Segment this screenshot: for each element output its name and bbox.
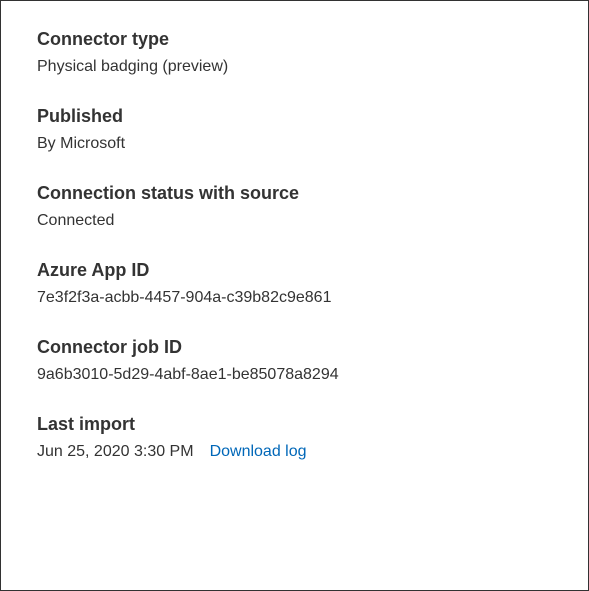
azure-app-id-section: Azure App ID 7e3f2f3a-acbb-4457-904a-c39… [37,260,552,307]
last-import-label: Last import [37,414,552,435]
connector-job-id-value: 9a6b3010-5d29-4abf-8ae1-be85078a8294 [37,366,552,384]
connector-job-id-section: Connector job ID 9a6b3010-5d29-4abf-8ae1… [37,337,552,384]
connector-type-value: Physical badging (preview) [37,58,552,76]
last-import-section: Last import Jun 25, 2020 3:30 PM Downloa… [37,414,552,461]
connector-job-id-label: Connector job ID [37,337,552,358]
download-log-link[interactable]: Download log [210,443,307,461]
connector-type-section: Connector type Physical badging (preview… [37,29,552,76]
connection-status-label: Connection status with source [37,183,552,204]
published-value: By Microsoft [37,135,552,153]
connector-details-panel: Connector type Physical badging (preview… [0,0,589,591]
connection-status-value: Connected [37,212,552,230]
published-label: Published [37,106,552,127]
published-section: Published By Microsoft [37,106,552,153]
connection-status-section: Connection status with source Connected [37,183,552,230]
azure-app-id-label: Azure App ID [37,260,552,281]
connector-type-label: Connector type [37,29,552,50]
azure-app-id-value: 7e3f2f3a-acbb-4457-904a-c39b82c9e861 [37,289,552,307]
last-import-value: Jun 25, 2020 3:30 PM [37,443,194,461]
